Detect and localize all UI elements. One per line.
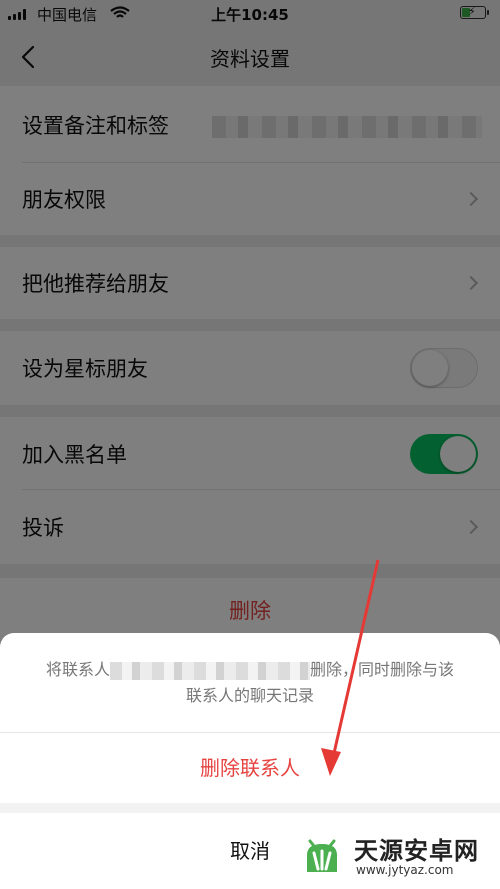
delete-confirm-message: 将联系人 删除，同时删除与该 联系人的聊天记录: [0, 657, 500, 709]
blurred-contact-name: [110, 661, 310, 680]
watermark-title: 天源安卓网: [354, 837, 479, 865]
sheet-separator: [0, 803, 500, 813]
message-line2: 联系人的聊天记录: [185, 686, 314, 705]
android-logo-icon: [305, 839, 339, 874]
message-part2: 删除，同时删除与该: [310, 660, 455, 679]
delete-contact-button[interactable]: 删除联系人: [0, 733, 500, 803]
message-part1: 将联系人: [45, 660, 110, 679]
site-watermark: 天源安卓网 www.jytyaz.com: [292, 825, 492, 885]
watermark-url: www.jytyaz.com: [356, 863, 454, 877]
